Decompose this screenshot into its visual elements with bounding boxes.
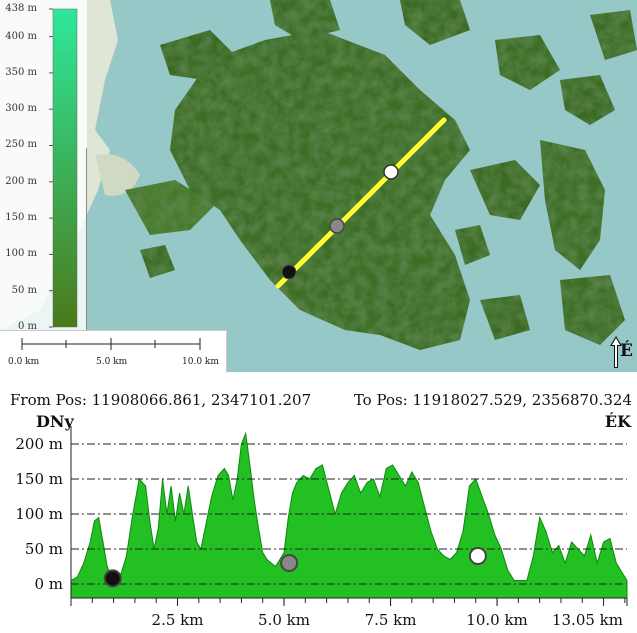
terrain-map[interactable]: 438 m 400 m 350 m 300 m 250 m 200 m 150 m 100 m…	[0, 0, 637, 373]
y-tick-label: 50 m	[25, 540, 63, 558]
elevation-legend-label: 50 m	[11, 284, 37, 296]
profile-area	[70, 431, 628, 599]
elevation-legend-bar	[49, 8, 87, 330]
elevation-legend-label: 350 m	[5, 66, 37, 78]
elevation-legend-label: 438 m	[5, 3, 37, 14]
elevation-legend-label: 200 m	[5, 175, 37, 187]
elevation-legend-label: 150 m	[5, 212, 37, 224]
scale-label-5: 5.0 km	[96, 357, 128, 367]
elevation-legend-label: 400 m	[5, 30, 37, 42]
y-tick-label: 200 m	[15, 435, 63, 453]
profile-marker-1	[280, 554, 299, 572]
x-tick-label: 13.05 km	[552, 611, 623, 629]
x-tick-label: 2.5 km	[152, 611, 204, 629]
scale-label-10: 10.0 km	[182, 357, 219, 367]
elevation-legend-label: 300 m	[5, 103, 37, 115]
profile-chart: 200 m 150 m 100 m 50 m 0 m 2.5 km 5.0 km 7.5 km…	[15, 426, 628, 629]
y-tick-label: 150 m	[15, 470, 63, 488]
terrain-map-canvas	[0, 0, 637, 372]
elevation-legend-label: 250 m	[5, 139, 37, 151]
y-tick-label: 0 m	[34, 575, 63, 593]
scale-bar: 0.0 km 5.0 km 10.0 km	[0, 330, 227, 373]
scale-label-0: 0.0 km	[8, 357, 40, 367]
north-arrow: É	[606, 332, 637, 372]
profile-mid-marker	[329, 218, 345, 234]
north-label: É	[620, 341, 633, 361]
profile-marker-0	[103, 569, 122, 588]
x-tick-label: 10.0 km	[466, 611, 527, 629]
elevation-profile: From Pos: 11908066.861, 2347101.207 To P…	[0, 372, 637, 633]
elevation-legend: 438 m 400 m 350 m 300 m 250 m 200 m 150 m 100 m…	[0, 0, 87, 332]
y-tick-label: 100 m	[15, 505, 63, 523]
profile-start-marker	[281, 264, 297, 280]
x-tick-label: 5.0 km	[258, 611, 310, 629]
x-tick-label: 7.5 km	[365, 611, 417, 629]
profile-marker-2	[468, 547, 487, 565]
elevation-legend-label: 100 m	[5, 248, 37, 260]
profile-end-marker	[383, 164, 399, 180]
